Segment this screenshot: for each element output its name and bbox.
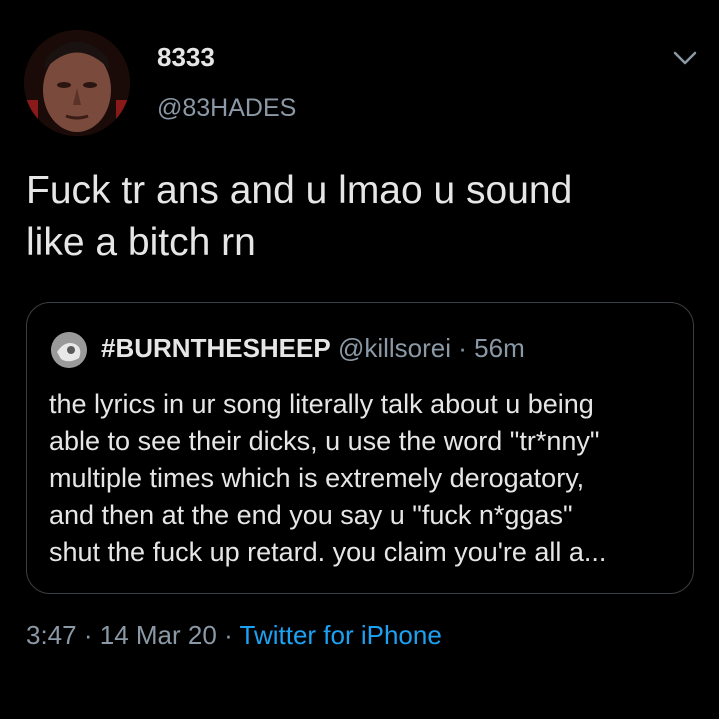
quoted-text-line: able to see their dicks, u use the word … [49, 426, 600, 456]
author-handle[interactable]: @83HADES [157, 93, 296, 123]
tweet-time: 3:47 [26, 620, 77, 650]
quoted-separator: · [458, 333, 467, 363]
quoted-timestamp: 56m [474, 333, 525, 363]
quoted-author-avatar [51, 332, 87, 368]
quoted-tweet-text: the lyrics in ur song literally talk abo… [49, 386, 679, 571]
quoted-text-line: and then at the end you say u "fuck n*gg… [49, 500, 573, 530]
meta-separator: · [224, 620, 233, 650]
quoted-tweet-card[interactable]: #BURNTHESHEEP @killsorei · 56m the lyric… [26, 302, 694, 594]
chevron-down-icon[interactable] [672, 49, 698, 67]
quoted-text-line: shut the fuck up retard. you claim you'r… [49, 537, 607, 567]
tweet-text-line: like a bitch rn [26, 221, 256, 264]
quoted-text-line: the lyrics in ur song literally talk abo… [49, 389, 594, 419]
tweet-date: 14 Mar 20 [99, 620, 217, 650]
quoted-handle: @killsorei [337, 333, 452, 363]
author-avatar[interactable] [24, 30, 130, 136]
quoted-text-line: multiple times which is extremely deroga… [49, 463, 585, 493]
quoted-header: #BURNTHESHEEP @killsorei · 56m [101, 332, 525, 364]
tweet-source-link[interactable]: Twitter for iPhone [240, 620, 442, 650]
meta-separator: · [83, 620, 93, 650]
author-display-name[interactable]: 8333 [157, 42, 215, 72]
tweet-text: Fuck tr ans and u lmao u sound like a bi… [26, 165, 696, 269]
avatar-image [24, 30, 130, 136]
quoted-avatar-image [51, 332, 87, 368]
tweet-text-line: Fuck tr ans and u lmao u sound [26, 169, 573, 212]
tweet-meta: 3:47 · 14 Mar 20 · Twitter for iPhone [26, 619, 442, 651]
quoted-display-name: #BURNTHESHEEP [101, 333, 331, 363]
